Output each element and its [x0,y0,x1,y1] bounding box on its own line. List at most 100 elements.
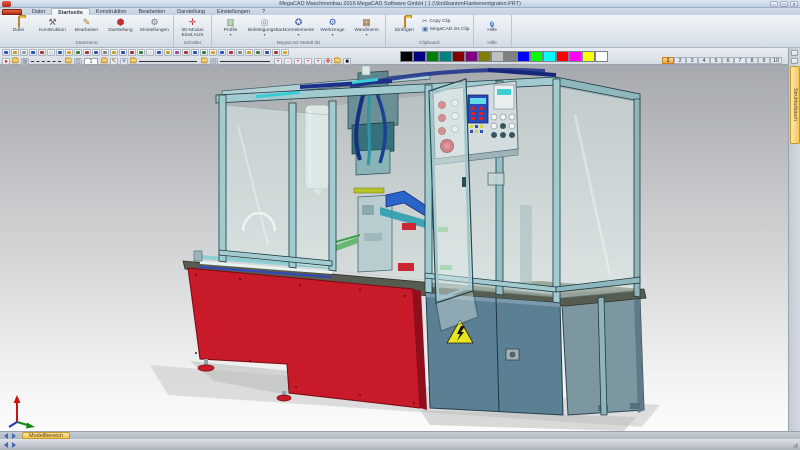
tool-icon-29[interactable] [254,49,262,56]
layer-button-3[interactable]: 3 [686,57,698,64]
tool-icon-7[interactable] [56,49,64,56]
tab-scroll-left-icon[interactable] [4,433,8,439]
tool-icon-17[interactable] [146,49,154,56]
status-left-icon[interactable] [4,442,8,448]
tool-icon-13[interactable] [110,49,118,56]
tool-icon-6[interactable] [47,49,55,56]
ribbon-item-3d-modus-einst-aus[interactable]: ✛3D-Modus Einst.AUS [176,16,209,38]
color-swatch-8[interactable] [491,51,504,62]
resize-grip[interactable] [791,441,798,448]
layer-button-4[interactable]: 4 [698,57,710,64]
model-space-tab[interactable]: Modellbereich [22,432,70,439]
group-icon[interactable]: ✳ [120,58,128,65]
tool-icon-23[interactable] [200,49,208,56]
ribbon-item-bearbeiten[interactable]: ✎Bearbeiten [70,16,103,33]
menu-tab-startseite[interactable]: Startseite [51,8,90,15]
ribbon-item-werkzeuge[interactable]: ⚙Werkzeuge▾ [316,16,349,37]
panel-menu-icon[interactable] [791,58,798,64]
tool-icon-1[interactable] [2,49,10,56]
tool-icon-24[interactable] [209,49,217,56]
zoom-in-icon[interactable]: + [274,58,282,65]
color-swatch-2[interactable] [413,51,426,62]
ribbon-item-megacad-ins-clip-[interactable]: ▣MegaCAD ins Clip. [422,26,471,33]
zoom-window-icon[interactable]: + [294,58,302,65]
tool-icon-10[interactable] [83,49,91,56]
color-swatch-16[interactable] [595,51,608,62]
tool-icon-11[interactable] [92,49,100,56]
ribbon-item-darstellung[interactable]: ⬢Darstellung [104,16,137,33]
tool-icon-16[interactable] [137,49,145,56]
color-swatch-6[interactable] [465,51,478,62]
ribbon-item-wandmen-[interactable]: ▦Wandmenü▾ [350,16,383,37]
attr-chip2-icon[interactable]: ▨ [74,58,82,65]
tool-icon-9[interactable] [74,49,82,56]
ribbon-item-hilfe[interactable]: ?Hilfe [476,16,509,33]
zoom-fit-icon[interactable]: + [304,58,312,65]
status-right-icon[interactable] [12,442,16,448]
ribbon-item-profile[interactable]: ▥Profile▾ [214,16,247,37]
color-attr-icon[interactable]: ● [2,58,10,65]
color-swatch-15[interactable] [582,51,595,62]
ribbon-item-datei[interactable]: Datei [2,16,35,33]
tool-icon-18[interactable] [155,49,163,56]
menu-tab-bearbeiten[interactable]: Bearbeiten [133,8,172,15]
layer-button-2[interactable]: 2 [674,57,686,64]
tool-icon-5[interactable] [38,49,46,56]
color-swatch-4[interactable] [439,51,452,62]
tool-icon-30[interactable] [263,49,271,56]
tool-icon-19[interactable] [164,49,172,56]
maximize-button[interactable]: ▢ [780,1,788,7]
color-swatch-14[interactable] [569,51,582,62]
tool-icon-22[interactable] [191,49,199,56]
color-swatch-11[interactable] [530,51,543,62]
pen-icon[interactable]: ✎ [110,58,118,65]
menu-tab-konstruktion[interactable]: Konstruktion [90,8,133,15]
layer-button-8[interactable]: 8 [746,57,758,64]
tool-icon-15[interactable] [128,49,136,56]
color-swatch-9[interactable] [504,51,517,62]
color-swatch-10[interactable] [517,51,530,62]
menu-tab-einstellungen[interactable]: Einstellungen [211,8,256,15]
tool-icon-21[interactable] [182,49,190,56]
layer-button-9[interactable]: 9 [758,57,770,64]
menu-tab-[interactable]: ? [256,8,271,15]
close-button[interactable]: ✕ [790,1,798,7]
tab-scroll-right-icon[interactable] [12,433,16,439]
structure-tree-tab[interactable]: Strukturbaum [790,66,800,144]
color-swatch-1[interactable] [400,51,413,62]
layer-button-5[interactable]: 5 [710,57,722,64]
tool-icon-32[interactable] [281,49,289,56]
tool-icon-20[interactable] [173,49,181,56]
active-color-chip[interactable]: ■ [343,58,351,65]
ribbon-item-befestigungsbau[interactable]: ◎Befestigungsbau▾ [248,16,281,37]
attr-chip-icon[interactable]: ▦ [21,58,29,65]
color-swatch-5[interactable] [452,51,465,62]
menu-tab-darstellung[interactable]: Darstellung [171,8,211,15]
color-swatch-12[interactable] [543,51,556,62]
ribbon-item-copy-clip-[interactable]: ✂Copy Clip. [422,18,471,25]
layer-button-1[interactable]: 1 [662,57,674,64]
minimize-button[interactable]: – [770,1,778,7]
zoom-out-icon[interactable]: − [284,58,292,65]
menu-tab-datei[interactable]: Datei [26,8,51,15]
ribbon-item-normelemente[interactable]: ✪Normelemente▾ [282,16,315,37]
layer-button-10[interactable]: 10 [770,57,782,64]
tool-icon-26[interactable] [227,49,235,56]
3d-viewport[interactable] [0,65,788,431]
color-swatch-13[interactable] [556,51,569,62]
zoom-prev-icon[interactable]: + [314,58,322,65]
pan-icon[interactable]: ✥ [324,58,332,65]
layer-button-6[interactable]: 6 [722,57,734,64]
tool-icon-31[interactable] [272,49,280,56]
tool-icon-3[interactable] [20,49,28,56]
tool-icon-28[interactable] [245,49,253,56]
tool-icon-25[interactable] [218,49,226,56]
ribbon-item-konstruktion[interactable]: ⚒Konstruktion [36,16,69,33]
tool-icon-12[interactable] [101,49,109,56]
tool-icon-2[interactable] [11,49,19,56]
ribbon-item-einf-gen[interactable]: Einfügen [388,16,421,33]
color-swatch-3[interactable] [426,51,439,62]
layer-button-7[interactable]: 7 [734,57,746,64]
attr-chip3-icon[interactable]: ▤ [210,58,218,65]
layer-field[interactable]: 1 [84,58,98,65]
